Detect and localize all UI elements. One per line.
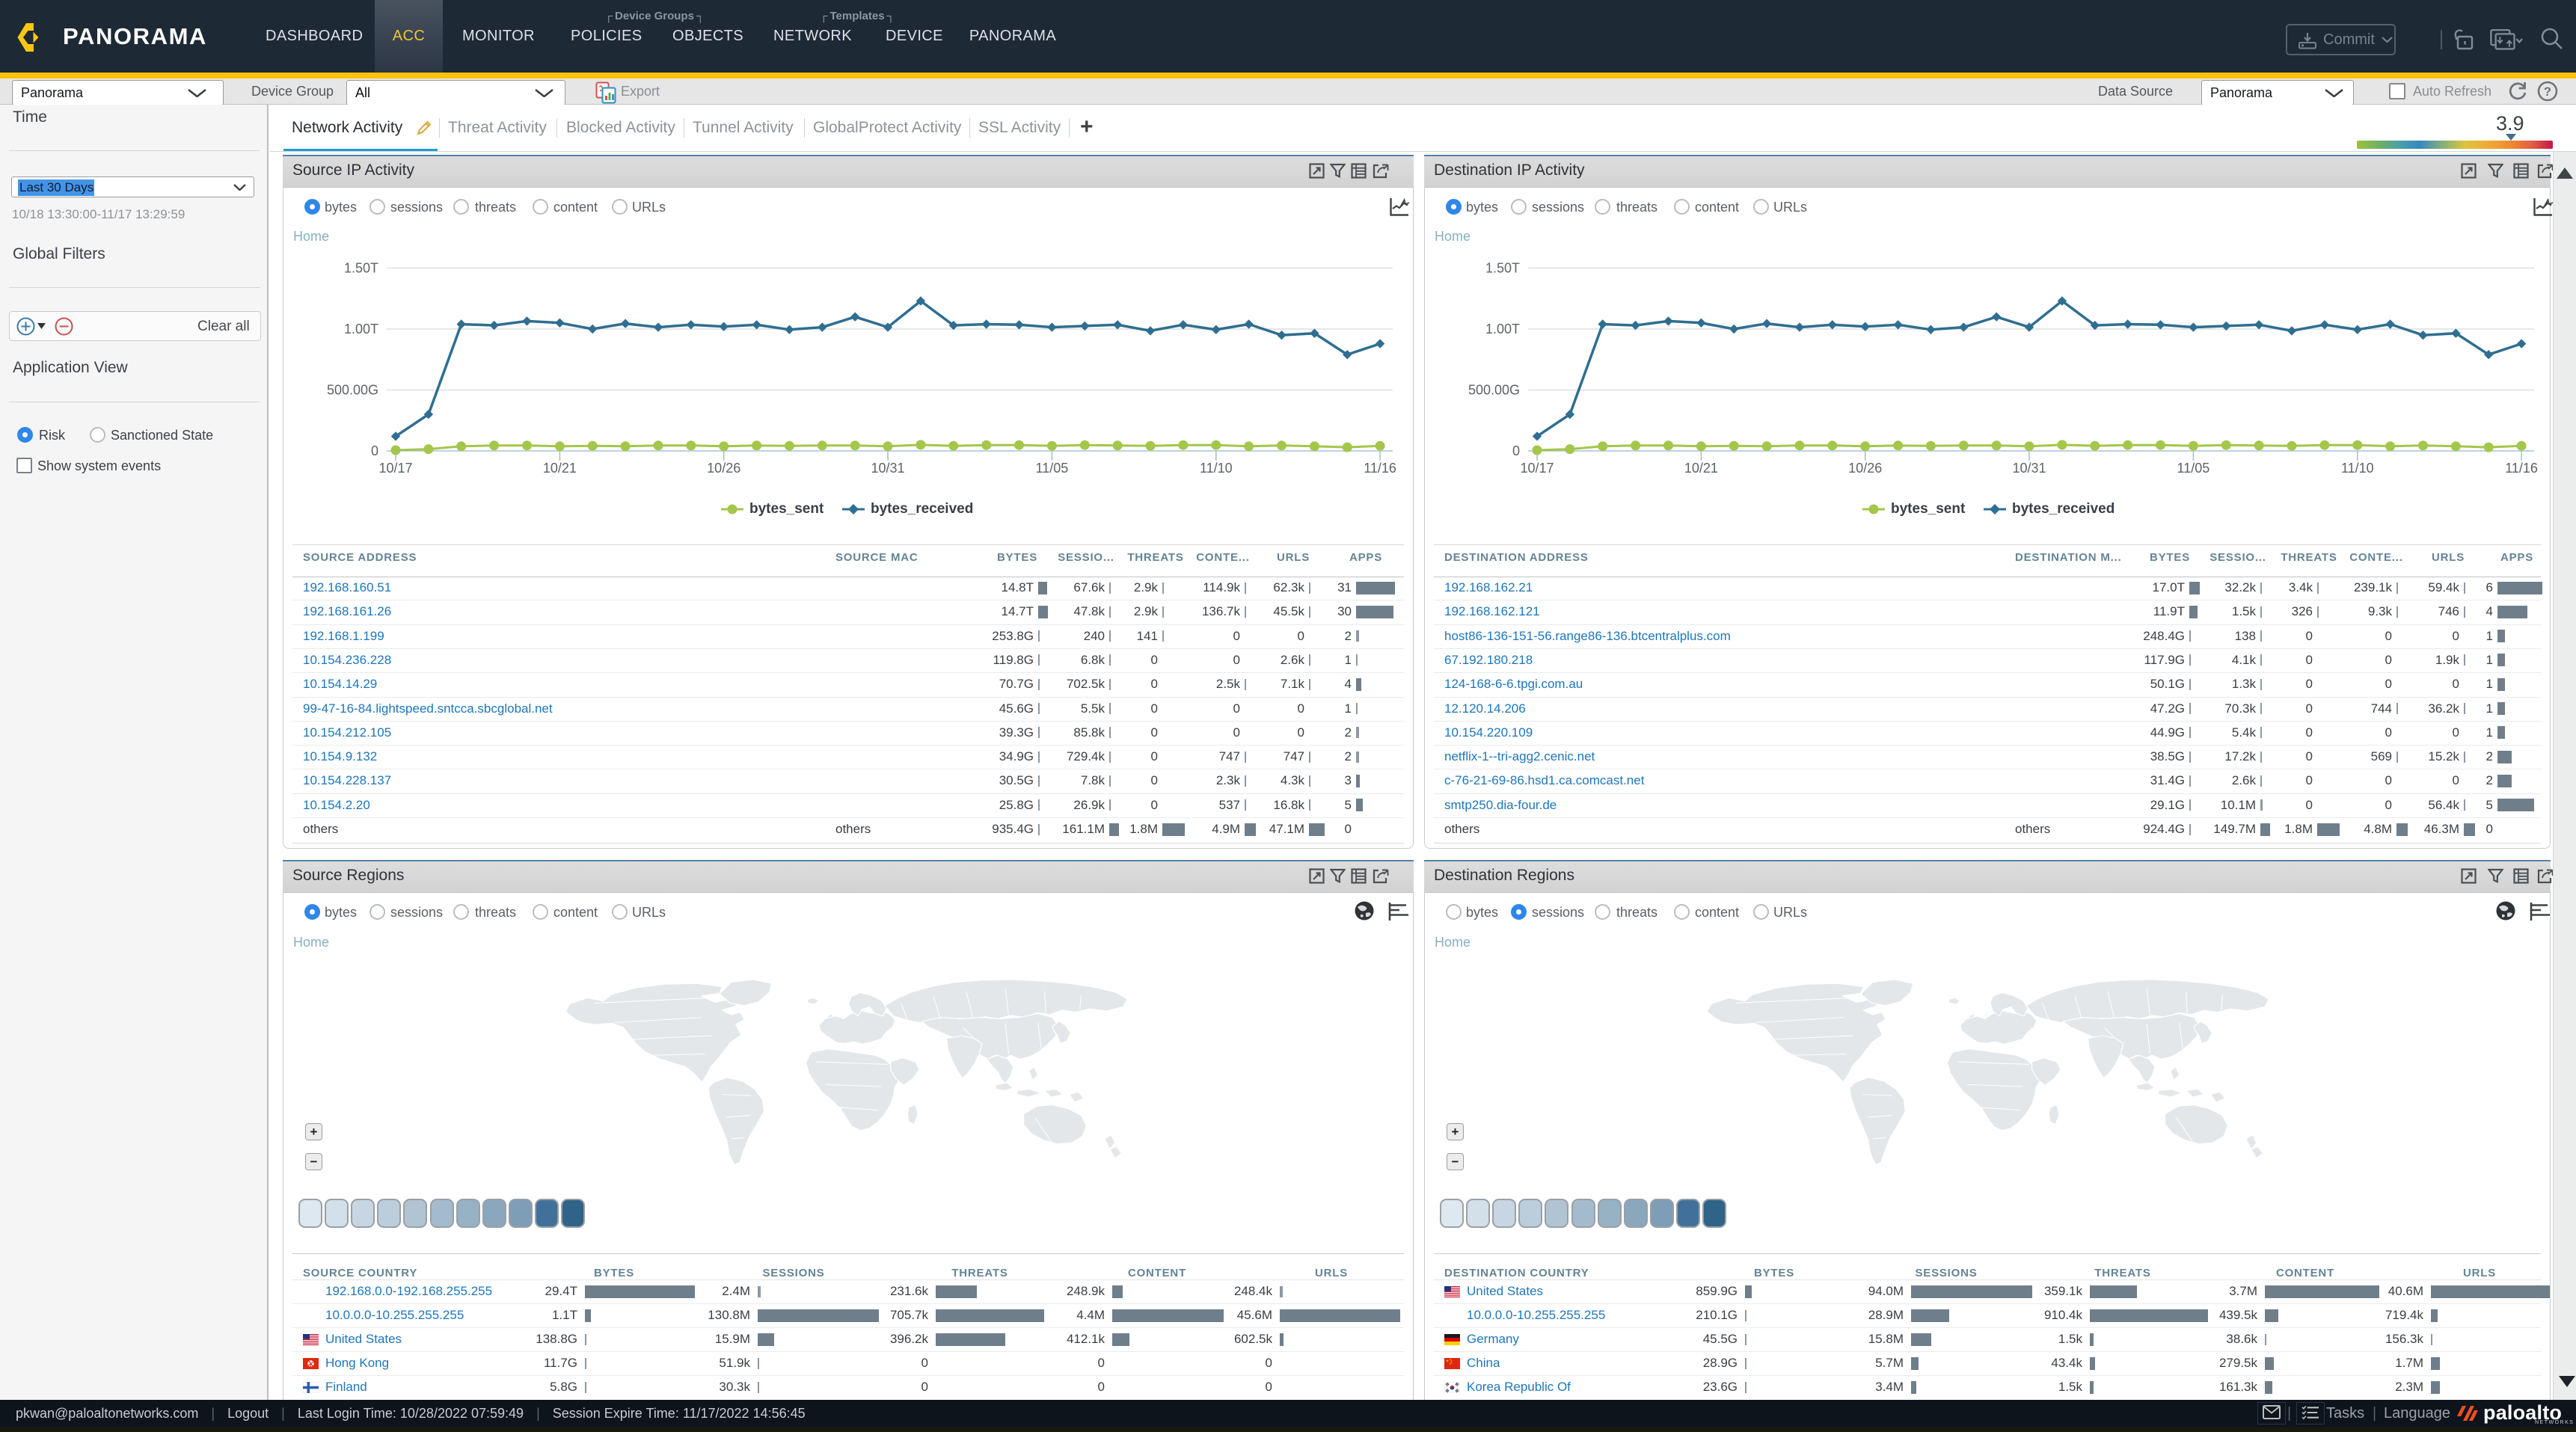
svg-text:0: 0 [1512, 443, 1520, 458]
svg-text:1.00T: 1.00T [1485, 322, 1520, 337]
svg-text:11/05: 11/05 [1036, 461, 1069, 476]
svg-text:1.50T: 1.50T [344, 261, 378, 276]
svg-text:11/10: 11/10 [1200, 461, 1233, 476]
svg-text:0: 0 [371, 443, 378, 458]
svg-text:10/17: 10/17 [1520, 461, 1554, 476]
svg-text:11/16: 11/16 [2505, 461, 2538, 476]
svg-text:10/17: 10/17 [378, 461, 412, 476]
svg-text:500.00G: 500.00G [327, 383, 378, 398]
svg-text:500.00G: 500.00G [1468, 383, 1520, 398]
svg-text:11/05: 11/05 [2177, 461, 2210, 476]
svg-text:10/26: 10/26 [707, 461, 740, 476]
svg-text:10/21: 10/21 [1684, 461, 1718, 476]
svg-text:10/31: 10/31 [2012, 461, 2046, 476]
svg-text:10/31: 10/31 [871, 461, 904, 476]
svg-text:10/26: 10/26 [1848, 461, 1882, 476]
svg-text:10/21: 10/21 [543, 461, 577, 476]
svg-text:1.00T: 1.00T [344, 322, 378, 337]
svg-text:1.50T: 1.50T [1485, 261, 1520, 276]
svg-text:11/16: 11/16 [1364, 461, 1396, 476]
svg-text:11/10: 11/10 [2341, 461, 2374, 476]
svg-text:?: ? [2544, 84, 2551, 99]
